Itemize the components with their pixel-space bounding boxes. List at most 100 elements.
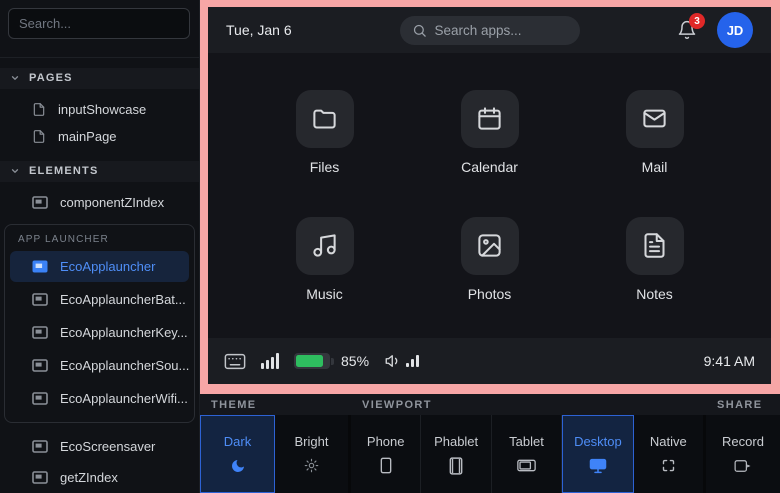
- volume-indicator: [384, 352, 419, 370]
- sidebar-item-ecoscreensaver[interactable]: EcoScreensaver: [0, 431, 199, 462]
- theme-bright-button[interactable]: Bright: [275, 415, 348, 493]
- sidebar-item-componentzindex[interactable]: componentZIndex: [0, 188, 199, 216]
- signal-bars-icon: [261, 353, 279, 369]
- sidebar: PAGES inputShowcase mainPage ELEMENTS co…: [0, 0, 200, 493]
- app-notes[interactable]: Notes: [572, 217, 737, 302]
- chevron-down-icon: [10, 166, 20, 176]
- photos-icon: [461, 217, 519, 275]
- notifications-button[interactable]: 3: [677, 20, 697, 40]
- app-files[interactable]: Files: [242, 90, 407, 175]
- sidebar-item-ecoapplauncherkey[interactable]: EcoApplauncherKey...: [10, 317, 189, 348]
- sidebar-item-label: EcoApplauncherWifi...: [60, 391, 188, 406]
- share-record-button[interactable]: Record: [706, 415, 780, 493]
- apps-search-input[interactable]: [435, 23, 565, 38]
- app-label: Notes: [636, 286, 673, 302]
- app-label: Music: [306, 286, 343, 302]
- native-fullscreen-icon: [661, 457, 676, 475]
- app-photos[interactable]: Photos: [407, 217, 572, 302]
- app-label: Files: [310, 159, 340, 175]
- button-label: Native: [650, 434, 687, 449]
- sun-icon: [304, 457, 319, 475]
- keyboard-icon: [224, 353, 246, 370]
- share-group-label: SHARE: [706, 399, 780, 411]
- button-label: Record: [722, 434, 764, 449]
- desktop-icon: [589, 457, 607, 475]
- button-label: Phablet: [434, 434, 478, 449]
- theme-button-group: Dark Bright: [200, 415, 348, 493]
- app-mail[interactable]: Mail: [572, 90, 737, 175]
- sidebar-item-ecoapplaunchersou[interactable]: EcoApplauncherSou...: [10, 350, 189, 381]
- component-icon: [32, 260, 48, 273]
- button-label: Phone: [367, 434, 405, 449]
- avatar[interactable]: JD: [717, 12, 753, 48]
- preview-highlight-frame: Tue, Jan 6 3 J: [200, 0, 780, 394]
- speaker-icon: [384, 352, 402, 370]
- app-root: PAGES inputShowcase mainPage ELEMENTS co…: [0, 0, 780, 493]
- notes-icon: [626, 217, 684, 275]
- file-icon: [32, 129, 46, 144]
- section-label: PAGES: [29, 72, 73, 84]
- viewport-phablet-button[interactable]: Phablet: [421, 415, 491, 493]
- sidebar-item-label: EcoApplauncherBat...: [60, 292, 186, 307]
- sidebar-item-label: EcoScreensaver: [60, 439, 155, 454]
- share-button-group: Record: [706, 415, 780, 493]
- storybook-toolbar: THEME VIEWPORT SHARE Dark Bright: [200, 394, 780, 493]
- apps-search-pill[interactable]: [400, 16, 580, 45]
- sidebar-item-label: inputShowcase: [58, 102, 146, 117]
- sidebar-item-label: getZIndex: [60, 470, 118, 485]
- viewport-button-group: Phone Phablet Tablet: [351, 415, 703, 493]
- battery-percent-label: 85%: [341, 353, 369, 369]
- viewport-phone-button[interactable]: Phone: [351, 415, 421, 493]
- file-icon: [32, 102, 46, 117]
- folder-icon: [296, 90, 354, 148]
- viewport-desktop-button[interactable]: Desktop: [562, 415, 633, 493]
- app-calendar[interactable]: Calendar: [407, 90, 572, 175]
- viewport-tablet-button[interactable]: Tablet: [492, 415, 562, 493]
- search-icon: [412, 23, 427, 38]
- toolbar-header: THEME VIEWPORT SHARE: [200, 394, 780, 415]
- tablet-icon: [517, 457, 536, 475]
- app-launcher-preview: Tue, Jan 6 3 J: [208, 7, 771, 384]
- sidebar-item-label: mainPage: [58, 129, 117, 144]
- button-label: Dark: [224, 434, 251, 449]
- component-icon: [32, 392, 48, 405]
- sidebar-item-label: EcoApplauncher: [60, 259, 155, 274]
- component-icon: [32, 293, 48, 306]
- sidebar-item-label: componentZIndex: [60, 195, 164, 210]
- sidebar-section-pages[interactable]: PAGES: [0, 68, 199, 89]
- component-icon: [32, 471, 48, 484]
- sidebar-item-ecoapplauncher[interactable]: EcoApplauncher: [10, 251, 189, 282]
- button-label: Tablet: [509, 434, 544, 449]
- clock-label: 9:41 AM: [704, 353, 755, 369]
- app-music[interactable]: Music: [242, 217, 407, 302]
- music-icon: [296, 217, 354, 275]
- sidebar-item-ecoapplauncherbat[interactable]: EcoApplauncherBat...: [10, 284, 189, 315]
- chevron-down-icon: [10, 73, 20, 83]
- sidebar-divider: [0, 57, 199, 58]
- sidebar-item-inputshowcase[interactable]: inputShowcase: [0, 95, 199, 123]
- section-label: ELEMENTS: [29, 165, 99, 177]
- component-icon: [32, 359, 48, 372]
- component-icon: [32, 196, 48, 209]
- sidebar-section-elements[interactable]: ELEMENTS: [0, 161, 199, 182]
- sidebar-item-getzindex[interactable]: getZIndex: [0, 462, 199, 493]
- sidebar-item-ecoapplauncherwifi[interactable]: EcoApplauncherWifi...: [10, 383, 189, 414]
- sidebar-item-label: EcoApplauncherSou...: [60, 358, 189, 373]
- theme-dark-button[interactable]: Dark: [200, 415, 275, 493]
- app-label: Photos: [468, 286, 512, 302]
- record-video-icon: [734, 457, 752, 475]
- app-label: Calendar: [461, 159, 518, 175]
- component-icon: [32, 440, 48, 453]
- button-label: Bright: [295, 434, 329, 449]
- viewport-native-button[interactable]: Native: [634, 415, 703, 493]
- launcher-topbar: Tue, Jan 6 3 J: [208, 7, 771, 53]
- component-icon: [32, 326, 48, 339]
- app-launcher-group: APP LAUNCHER EcoApplauncher EcoApplaunch…: [4, 224, 195, 423]
- sidebar-search-input[interactable]: [8, 8, 190, 39]
- button-label: Desktop: [574, 434, 622, 449]
- phone-icon: [380, 457, 392, 475]
- phablet-icon: [449, 457, 463, 475]
- sidebar-item-mainpage[interactable]: mainPage: [0, 123, 199, 151]
- battery-fill: [296, 355, 323, 367]
- theme-group-label: THEME: [200, 399, 351, 411]
